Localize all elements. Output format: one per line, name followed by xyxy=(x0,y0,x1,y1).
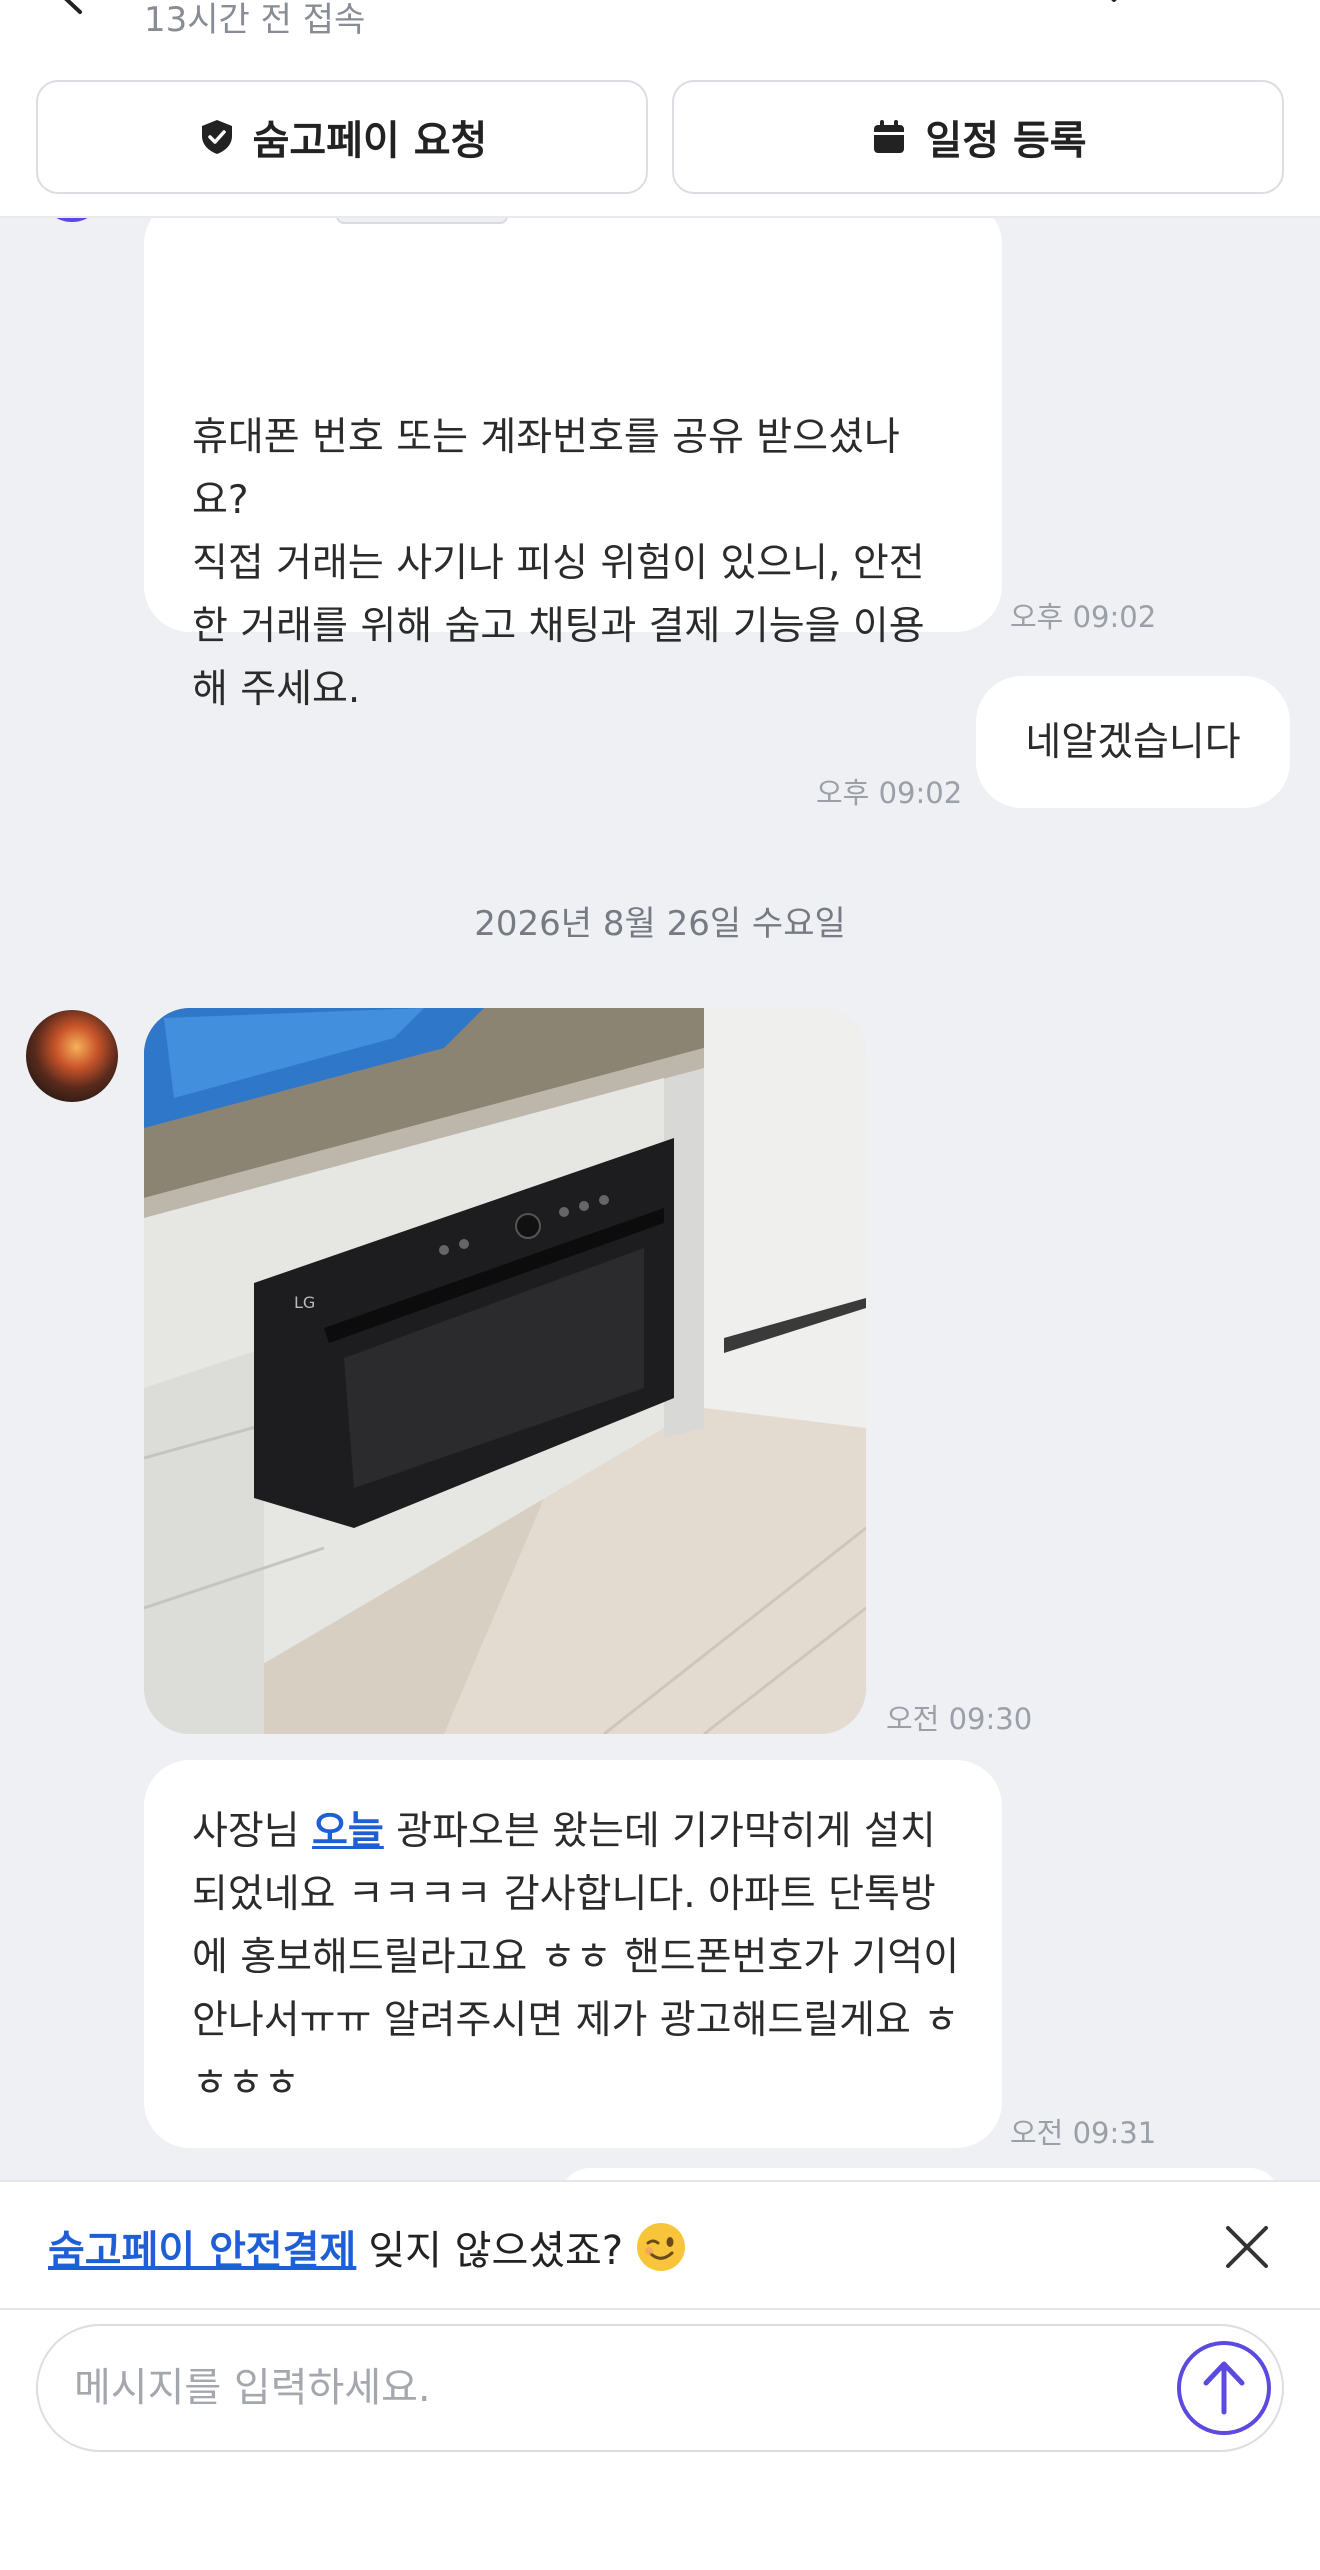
shield-check-icon xyxy=(201,120,232,154)
avatar[interactable] xyxy=(26,1010,118,1102)
more-icon[interactable] xyxy=(1228,0,1268,16)
sent-message xyxy=(560,2168,1280,2180)
bookmark-icon[interactable] xyxy=(1086,0,1142,16)
message-time: 오전 09:30 xyxy=(886,1702,1033,1736)
last-seen-status: 13시간 전 접속 xyxy=(144,0,366,40)
banner-text: 잊지 않으셨죠? xyxy=(368,2228,624,2274)
message-input-box[interactable] xyxy=(36,2324,1284,2452)
wink-emoji-icon xyxy=(637,2223,686,2271)
message-input[interactable] xyxy=(74,2326,1154,2450)
received-message: 휴대폰 번호 또는 계좌번호를 공유 받으셨나 요? 직접 거래는 사기나 피싱… xyxy=(144,218,1002,712)
message-time: 오후 09:02 xyxy=(816,776,963,810)
send-arrow-icon[interactable] xyxy=(1174,2338,1274,2438)
sent-message: 네알겠습니다 xyxy=(976,676,1290,808)
back-arrow-icon[interactable] xyxy=(48,0,98,22)
pay-request-button[interactable]: 숨고페이 요청 xyxy=(36,80,648,194)
schedule-button[interactable]: 일정 등록 xyxy=(672,80,1284,194)
chat-header: 13시간 전 접속 숨고페이 요청 일정 등록 xyxy=(0,0,1320,218)
date-separator: 2026년 8월 26일 수요일 xyxy=(474,904,846,944)
message-link[interactable]: 오늘 xyxy=(312,1809,384,1854)
received-message: 사장님 오늘 광파오븐 왔는데 기가막히게 설치되었네요 ㅋㅋㅋㅋ 감사합니다.… xyxy=(144,1760,1002,2148)
oven-photo: LG xyxy=(144,1008,866,1734)
chat-messages[interactable]: 휴대폰 번호 또는 계좌번호를 공유 받으셨나 요? 직접 거래는 사기나 피싱… xyxy=(0,218,1320,2180)
schedule-label: 일정 등록 xyxy=(925,118,1087,164)
calendar-icon xyxy=(874,120,905,153)
image-message[interactable]: LG xyxy=(144,1008,866,1734)
message-text: 네알겠습니다 xyxy=(1025,719,1241,765)
message-time: 오후 09:02 xyxy=(1010,600,1157,634)
message-composer xyxy=(0,2310,1320,2570)
pay-request-label: 숨고페이 요청 xyxy=(252,118,488,164)
message-text: 휴대폰 번호 또는 계좌번호를 공유 받으셨나 요? 직접 거래는 사기나 피싱… xyxy=(192,415,925,712)
close-icon[interactable] xyxy=(1222,2222,1272,2272)
svg-text:LG: LG xyxy=(294,1293,315,1312)
avatar[interactable] xyxy=(40,218,104,222)
message-text-start: 사장님 xyxy=(192,1809,313,1854)
heart-icon[interactable] xyxy=(960,0,1016,16)
message-time: 오전 09:31 xyxy=(1010,2116,1157,2150)
notice-chip xyxy=(336,218,508,224)
safe-pay-banner: 숨고페이 안전결제 잊지 않으셨죠? xyxy=(0,2180,1320,2310)
safe-pay-link[interactable]: 숨고페이 안전결제 xyxy=(48,2218,356,2276)
